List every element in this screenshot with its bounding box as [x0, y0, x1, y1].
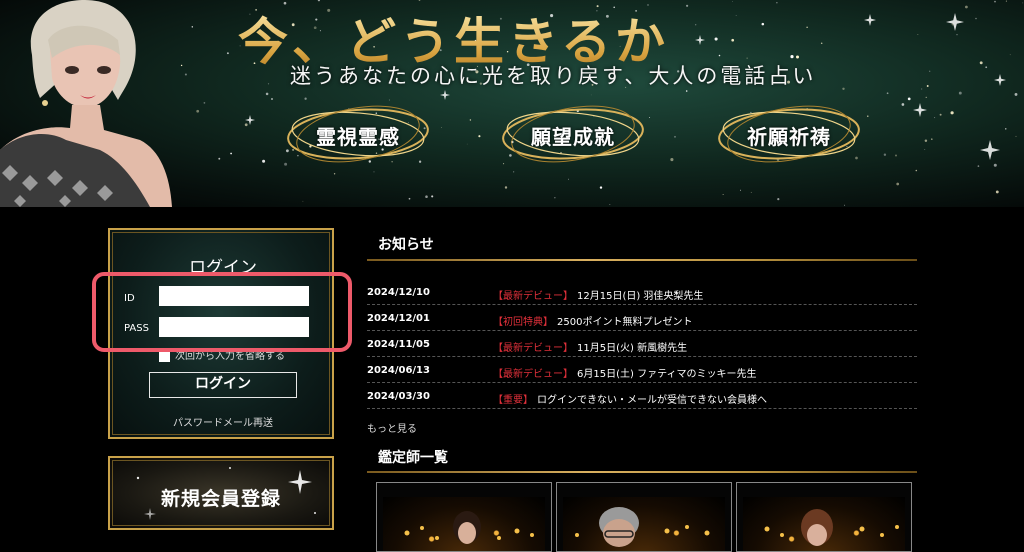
advisors-divider [367, 471, 917, 473]
news-date: 2024/12/10 [367, 287, 430, 298]
hero-banner: 今、どう生きるか 迷うあなたの心に光を取り戻す、大人の電話占い 霊視霊感 願望成… [0, 0, 1024, 207]
news-date: 2024/03/30 [367, 391, 430, 402]
badge-label: 祈願祈祷 [747, 125, 831, 149]
news-tag: 【最新デビュー】 12月15日(日) 羽佳央梨先生 [493, 291, 704, 302]
badge-label: 願望成就 [531, 125, 615, 149]
advisor-card[interactable] [736, 482, 912, 552]
news-divider [367, 259, 917, 261]
highlight-annotation [92, 272, 352, 352]
news-item[interactable]: 2024/12/01 【初回特典】 2500ポイント無料プレゼント [367, 305, 917, 331]
news-date: 2024/06/13 [367, 365, 430, 376]
advisors-title: 鑑定師一覧 [378, 450, 448, 466]
banner-subtitle: 迷うあなたの心に光を取り戻す、大人の電話占い [290, 64, 817, 88]
remember-label: 次回から入力を省略する [175, 351, 285, 362]
more-news-link[interactable]: もっと見る [367, 420, 417, 435]
news-text[interactable]: 12月15日(日) 羽佳央梨先生 [577, 291, 703, 302]
news-item[interactable]: 2024/12/10 【最新デビュー】 12月15日(日) 羽佳央梨先生 [367, 279, 917, 305]
badge-ganbou: 願望成就 [498, 104, 648, 164]
news-text[interactable]: 11月5日(火) 新風樹先生 [577, 343, 687, 354]
register-label: 新規会員登録 [160, 488, 281, 510]
news-text[interactable]: 2500ポイント無料プレゼント [557, 317, 692, 328]
advisor-silhouette-icon [764, 509, 899, 546]
advisor-portrait [0, 0, 172, 207]
advisor-silhouette-icon [404, 511, 534, 544]
remember-checkbox[interactable] [159, 350, 170, 362]
news-item[interactable]: 2024/06/13 【最新デビュー】 6月15日(土) ファティマのミッキー先生 [367, 357, 917, 383]
news-date: 2024/11/05 [367, 339, 430, 350]
news-date: 2024/12/01 [367, 313, 430, 324]
news-text[interactable]: 6月15日(土) ファティマのミッキー先生 [577, 369, 756, 380]
news-text[interactable]: ログインできない・メールが受信できない会員様へ [537, 395, 767, 406]
advisor-silhouette-icon [575, 507, 710, 547]
advisor-card[interactable] [556, 482, 732, 552]
badge-reishi: 霊視霊感 [283, 104, 433, 164]
register-button[interactable]: 新規会員登録 [108, 456, 334, 530]
badge-label: 霊視霊感 [316, 125, 400, 149]
news-tag: 【最新デビュー】 6月15日(土) ファティマのミッキー先生 [493, 369, 757, 380]
news-item[interactable]: 2024/11/05 【最新デビュー】 11月5日(火) 新風樹先生 [367, 331, 917, 357]
news-tag: 【初回特典】 2500ポイント無料プレゼント [493, 317, 693, 328]
news-title: お知らせ [378, 237, 434, 253]
news-tag: 【最新デビュー】 11月5日(火) 新風樹先生 [493, 343, 688, 354]
login-button[interactable]: ログイン [149, 372, 297, 398]
news-tag: 【重要】 ログインできない・メールが受信できない会員様へ [493, 395, 767, 406]
badge-kigan: 祈願祈祷 [714, 104, 864, 164]
news-item[interactable]: 2024/03/30 【重要】 ログインできない・メールが受信できない会員様へ [367, 383, 917, 409]
password-resend-link[interactable]: パスワードメール再送 [110, 414, 336, 429]
advisor-card[interactable] [376, 482, 552, 552]
